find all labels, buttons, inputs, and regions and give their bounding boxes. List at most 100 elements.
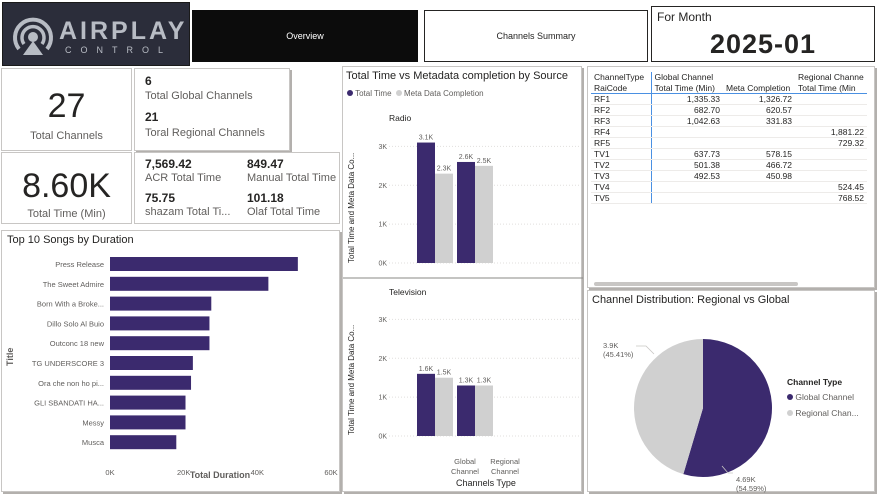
matrix-cell: 501.38 xyxy=(650,159,723,171)
tv-bar-label: 1.3K xyxy=(459,377,474,384)
matrix-cell: 1,042.63 xyxy=(650,115,723,127)
matrix-table: ChannelType Global Channel Regional Chan… xyxy=(591,72,867,204)
matrix-cell xyxy=(723,181,795,193)
pie-label-regional-value: 3.9K xyxy=(603,341,619,350)
matrix-cell xyxy=(795,93,867,105)
matrix-row[interactable]: TV2 501.38 466.72 xyxy=(591,159,867,171)
airplay-logo-icon xyxy=(13,17,53,55)
channel-counts-card: 6 Total Global Channels 21 Toral Regiona… xyxy=(134,68,290,151)
matrix-row[interactable]: TV1 637.73 578.15 xyxy=(591,148,867,160)
pie-legend-regional-label: Regional Chan... xyxy=(795,408,859,418)
matrix-header-meta-top xyxy=(723,72,795,83)
matrix-cell: 768.52 xyxy=(795,192,867,204)
matrix-header-meta: Meta Completion xyxy=(723,82,795,94)
radio-bar-label: 3.1K xyxy=(419,135,434,142)
pie-legend-title: Channel Type xyxy=(787,377,843,387)
pie-label-global-value: 4.69K xyxy=(736,475,756,484)
month-value: 2025-01 xyxy=(709,29,817,59)
cat-regional-label: Regional Channel xyxy=(485,457,525,477)
cat-regional-l2: Channel xyxy=(491,467,519,476)
regional-channels-value: 21 xyxy=(145,110,159,124)
matrix-cell xyxy=(650,192,723,204)
radio-bar-label: 2.5K xyxy=(477,158,492,165)
radio-bar xyxy=(475,165,493,263)
tv-bar xyxy=(435,377,453,436)
song-bar xyxy=(110,296,212,311)
matrix-header-raicode: RaiCode xyxy=(591,82,651,94)
matrix-cell: 450.98 xyxy=(723,170,795,182)
pie-label-global: 4.69K (54.59%) xyxy=(736,475,766,493)
song-label: Messy xyxy=(82,418,104,427)
song-bar xyxy=(110,356,193,370)
overview-button[interactable]: Overview xyxy=(192,10,418,62)
tv-y-tick: 1K xyxy=(378,395,387,402)
matrix-row[interactable]: TV4 524.45 xyxy=(591,181,867,193)
matrix-row[interactable]: RF1 1,335.33 1,326.72 xyxy=(591,93,867,105)
cat-regional-l1: Regional xyxy=(490,457,520,466)
pie-legend-global-dot xyxy=(787,394,793,400)
matrix-cell: TV4 xyxy=(591,181,651,193)
cat-global-label: Global Channel xyxy=(445,457,485,477)
tv-bar xyxy=(457,385,475,436)
matrix-row[interactable]: RF5 729.32 xyxy=(591,137,867,149)
cat-global-l2: Channel xyxy=(451,467,479,476)
matrix-header-regional: Regional Channe xyxy=(798,72,864,83)
matrix-cell xyxy=(723,137,795,149)
tv-bar xyxy=(475,385,493,436)
matrix-row[interactable]: RF3 1,042.63 331.83 xyxy=(591,115,867,127)
radio-bar-label: 2.6K xyxy=(459,154,474,161)
tv-bar-label: 1.5K xyxy=(437,370,452,377)
acr-label: ACR Total Time xyxy=(145,172,222,184)
olaf-label: Olaf Total Time xyxy=(247,206,321,218)
matrix-cell: RF5 xyxy=(591,137,651,149)
top-songs-chart[interactable]: Top 10 Songs by Duration Title 0K 20K 40K 6… xyxy=(1,230,340,492)
logo-text-bottom: CONTROL xyxy=(65,45,173,55)
pie-label-regional: 3.9K (45.41%) xyxy=(603,341,633,359)
radio-y-tick: 3K xyxy=(378,144,387,151)
song-bar xyxy=(110,336,210,351)
matrix-row[interactable]: TV5 768.52 xyxy=(591,192,867,204)
total-time-card: 8.60K Total Time (Min) xyxy=(1,152,132,224)
matrix-cell: 578.15 xyxy=(723,148,795,160)
shazam-value: 75.75 xyxy=(145,191,176,205)
source-times-card: 7,569.42 ACR Total Time 849.47 Manual To… xyxy=(134,152,340,224)
radio-y-tick: 0K xyxy=(378,261,387,268)
matrix-header-global-time: Total Time (Min) xyxy=(650,82,723,94)
top-songs-plot: 0K 20K 40K 60KPress ReleaseThe Sweet Admire… xyxy=(32,257,338,477)
radio-bar-label: 2.3K xyxy=(437,166,452,173)
matrix-row[interactable]: RF2 682.70 620.57 xyxy=(591,104,867,116)
song-bar xyxy=(110,435,177,450)
tv-bar-label: 1.3K xyxy=(477,377,492,384)
song-label: Press Release xyxy=(55,260,104,269)
matrix-header-type: ChannelType xyxy=(594,72,645,83)
matrix-cell xyxy=(795,148,867,160)
song-bar xyxy=(110,316,210,331)
matrix-row[interactable]: RF4 1,881.22 xyxy=(591,126,867,138)
matrix-cell: RF4 xyxy=(591,126,651,138)
song-label: The Sweet Admire xyxy=(43,280,104,289)
tv-y-tick: 2K xyxy=(378,356,387,363)
month-label: For Month xyxy=(657,10,712,24)
tv-bar xyxy=(417,373,435,436)
channels-summary-button[interactable]: Channels Summary xyxy=(424,10,648,62)
matrix-cell: TV5 xyxy=(591,192,651,204)
channel-matrix[interactable]: ChannelType Global Channel Regional Chan… xyxy=(587,66,875,288)
matrix-cell: 524.45 xyxy=(795,181,867,193)
matrix-scrollbar[interactable] xyxy=(594,282,798,286)
channels-summary-label: Channels Summary xyxy=(496,31,576,41)
channel-distribution-chart[interactable]: Channel Distribution: Regional vs Global… xyxy=(587,290,875,493)
source-chart[interactable]: Total Time vs Metadata completion by Sou… xyxy=(342,66,583,492)
source-xlabel: Channels Type xyxy=(456,478,516,488)
matrix-cell: 637.73 xyxy=(650,148,723,160)
song-bar xyxy=(110,257,298,271)
matrix-cell: TV2 xyxy=(591,159,651,171)
global-channels-label: Total Global Channels xyxy=(145,90,253,102)
cat-global-l1: Global xyxy=(454,457,476,466)
month-slicer[interactable]: For Month 2025-01 xyxy=(651,6,875,62)
matrix-cell: 729.32 xyxy=(795,137,867,149)
tv-y-tick: 3K xyxy=(378,317,387,324)
matrix-cell xyxy=(795,104,867,116)
radio-y-tick: 2K xyxy=(378,183,387,190)
matrix-cell: 1,326.72 xyxy=(723,93,795,105)
matrix-row[interactable]: TV3 492.53 450.98 xyxy=(591,170,867,182)
